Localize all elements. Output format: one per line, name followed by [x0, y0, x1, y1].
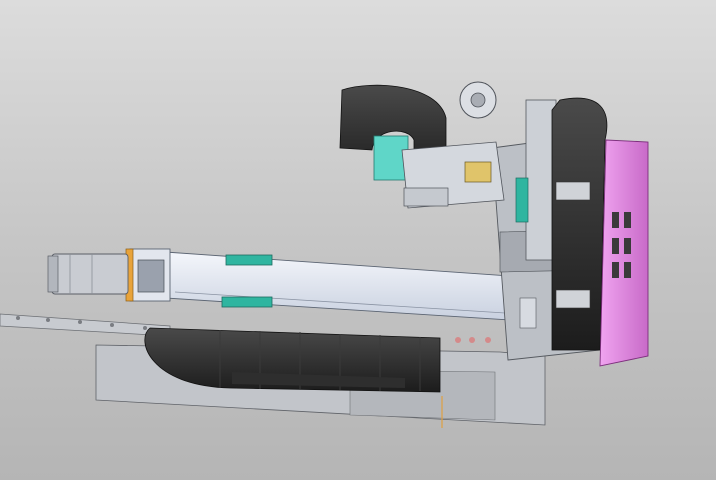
coupling-window	[137, 259, 165, 293]
gripper-teal-plate	[515, 177, 529, 223]
gripper-jaw	[403, 187, 449, 207]
guide-block-top[interactable]	[225, 254, 273, 266]
vertical-cable-chain[interactable]	[551, 97, 608, 351]
servo-motor-icon	[51, 253, 129, 295]
linear-actuator[interactable]	[125, 248, 511, 321]
frame-slot	[519, 297, 537, 329]
base-rail[interactable]	[0, 313, 171, 337]
gripper-nozzle	[464, 161, 492, 183]
rotary-head-hub	[470, 92, 486, 108]
servo-motor[interactable]	[47, 253, 129, 295]
cad-model-scene[interactable]	[0, 0, 716, 480]
cad-3d-viewport[interactable]	[0, 0, 716, 480]
chain-window	[555, 289, 591, 309]
magenta-bracket[interactable]	[599, 139, 649, 367]
servo-motor-cap	[47, 255, 59, 293]
guide-block-bottom[interactable]	[221, 296, 273, 308]
frame-column	[525, 99, 557, 261]
lower-cable-chain[interactable]	[144, 327, 441, 393]
cable-chain-icon	[551, 97, 608, 351]
chain-window	[555, 181, 591, 201]
base-rail-icon	[0, 313, 171, 337]
